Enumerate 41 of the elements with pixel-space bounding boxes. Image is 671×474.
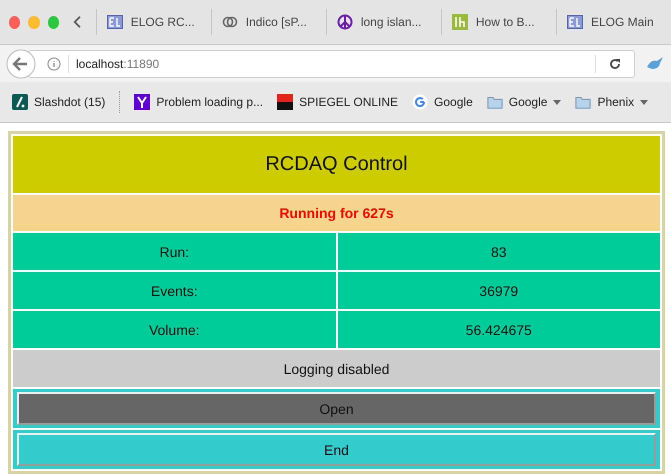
- minimize-window-icon[interactable]: [28, 16, 40, 28]
- bookmark-item[interactable]: Problem loading p...: [134, 94, 264, 110]
- folder-icon: [575, 94, 592, 110]
- bookmark-item[interactable]: Phenix: [575, 94, 648, 110]
- rings-icon: [222, 14, 238, 30]
- zoom-window-icon[interactable]: [48, 16, 59, 28]
- table-cell: Events:: [13, 272, 336, 309]
- bookmark-item[interactable]: Google: [486, 94, 562, 110]
- elog-icon: [566, 14, 583, 30]
- browser-tab[interactable]: ELOG Main: [556, 9, 671, 35]
- lh-logo-icon: [452, 14, 468, 30]
- bookmark-item[interactable]: Slashdot (15): [12, 94, 106, 110]
- google-icon: [412, 94, 428, 110]
- slashdot-icon: [12, 94, 28, 110]
- address-field[interactable]: localhost:11890: [28, 50, 635, 78]
- info-icon: [47, 56, 61, 70]
- spiegel-icon: [277, 94, 294, 110]
- reload-icon[interactable]: [608, 56, 622, 70]
- folder-icon: [486, 94, 503, 110]
- table-cell: 36979: [338, 272, 660, 309]
- peace-icon: [336, 14, 353, 30]
- browser-tab[interactable]: long islan...: [326, 9, 441, 35]
- browser-tab[interactable]: Indico [sP...: [210, 9, 326, 35]
- caret-icon: [640, 100, 648, 104]
- table-cell: Volume:: [13, 311, 336, 348]
- table-cell: Run:: [13, 233, 336, 270]
- close-window-icon[interactable]: [9, 16, 20, 28]
- bookmark-item[interactable]: SPIEGEL ONLINE: [277, 94, 398, 110]
- table-cell: 56.424675: [338, 311, 660, 348]
- table-cell: 83: [338, 233, 660, 270]
- logging-status: Logging disabled: [13, 350, 660, 387]
- caret-icon: [553, 100, 562, 104]
- chevron-left-icon[interactable]: [72, 14, 82, 30]
- bookmark-item[interactable]: Google: [412, 94, 473, 110]
- elog-icon: [106, 14, 123, 30]
- browser-tab[interactable]: ELOG RC...: [96, 9, 211, 35]
- action-button[interactable]: End: [17, 433, 656, 466]
- browser-tab[interactable]: How to B...: [440, 9, 556, 35]
- run-status: Running for 627s: [13, 195, 660, 231]
- page-title: RCDAQ Control: [13, 136, 660, 193]
- yahoo-icon: [134, 94, 150, 110]
